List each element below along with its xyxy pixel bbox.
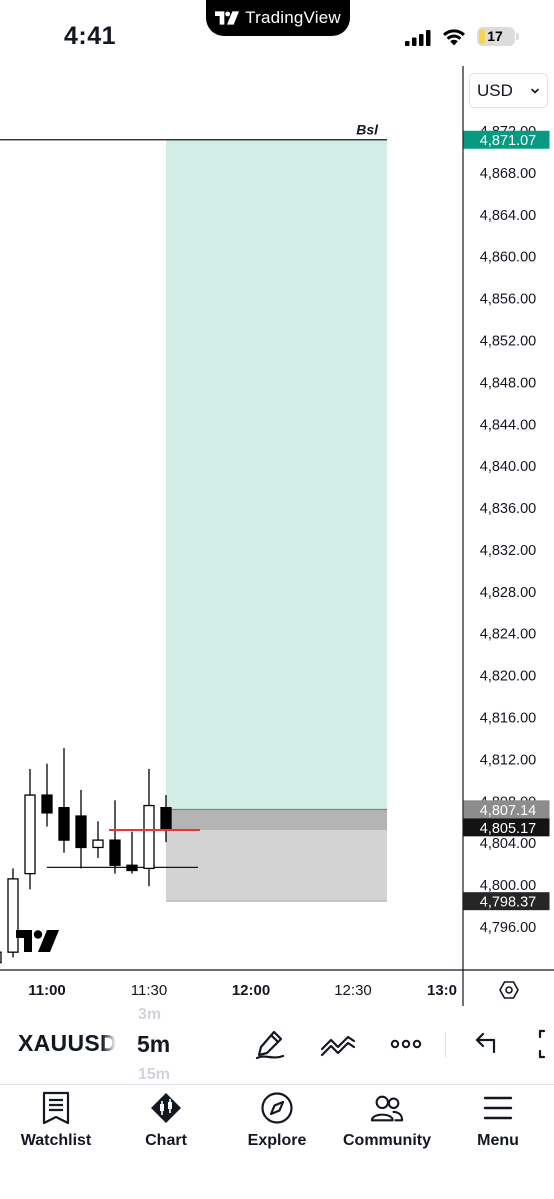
pen-icon	[255, 1030, 285, 1060]
y-tick-label: 4,840.00	[480, 459, 536, 475]
wifi-icon	[443, 29, 465, 46]
timeframe-option-next[interactable]: 15m	[138, 1066, 170, 1084]
timeframe-button[interactable]: 5m	[137, 1031, 170, 1058]
app-name: TradingView	[245, 8, 341, 27]
y-tick-label: 4,828.00	[480, 585, 536, 601]
x-tick-label: 11:00	[28, 982, 66, 999]
candle-body[interactable]	[109, 839, 121, 866]
x-tick-label: 12:00	[232, 982, 270, 999]
toolbar-divider	[445, 1032, 446, 1058]
battery-tip	[516, 33, 519, 40]
x-tick-label: 11:30	[131, 982, 167, 999]
compass-icon	[261, 1092, 293, 1124]
more-horizontal-icon	[390, 1039, 422, 1049]
position-target-zone[interactable]	[166, 139, 387, 810]
bottom-navigation: Watchlist Chart Explore Community Menu	[0, 1084, 554, 1199]
undo-icon	[475, 1032, 496, 1054]
nav-item-community[interactable]: Community	[336, 1085, 438, 1165]
chart-settings-icon[interactable]	[499, 981, 519, 999]
nav-item-watchlist[interactable]: Watchlist	[14, 1085, 98, 1165]
candle-body[interactable]	[92, 839, 104, 849]
hexagon-shape	[499, 981, 519, 999]
candle-body[interactable]	[160, 806, 172, 830]
chevron-down-icon	[531, 88, 539, 94]
y-tick-label: 4,852.00	[480, 333, 536, 349]
nav-label-explore: Explore	[247, 1132, 307, 1149]
candle-body[interactable]	[75, 815, 87, 849]
community-icon	[370, 1095, 404, 1122]
cellular-signal-icon	[405, 30, 431, 46]
fullscreen-icon	[538, 1029, 546, 1059]
timeframe-option-prev[interactable]: 3m	[138, 1006, 161, 1024]
y-tick-label: 4,824.00	[480, 627, 536, 643]
tradingview-logo-icon	[215, 11, 240, 25]
battery-level: 17	[487, 28, 503, 44]
candle-body[interactable]	[126, 864, 138, 872]
currency-label: USD	[477, 80, 513, 100]
y-tick-label: 4,856.00	[480, 292, 536, 308]
candle-body[interactable]	[7, 878, 19, 953]
hexagon-center	[505, 986, 513, 994]
candle-body[interactable]	[143, 804, 155, 870]
status-time: 4:41	[64, 22, 117, 50]
y-tick-label: 4,796.00	[480, 920, 536, 936]
y-tick-label: 4,812.00	[480, 752, 536, 768]
y-tick-label: 4,800.00	[480, 878, 536, 894]
drawing-tool-button[interactable]	[252, 1026, 288, 1062]
symbol-button[interactable]: XAUUSD	[18, 1030, 116, 1062]
nav-item-explore[interactable]: Explore	[240, 1085, 314, 1165]
nav-item-chart[interactable]: Chart	[130, 1085, 202, 1165]
undo-button[interactable]	[467, 1026, 503, 1062]
price-badge-current: 4,805.17	[480, 821, 536, 837]
more-options-button[interactable]	[388, 1026, 424, 1062]
candle-body[interactable]	[58, 806, 70, 841]
y-tick-label: 4,816.00	[480, 711, 536, 727]
nav-item-menu[interactable]: Menu	[468, 1085, 528, 1165]
watchlist-icon	[42, 1091, 70, 1125]
nav-label-chart: Chart	[145, 1132, 187, 1149]
tradingview-watermark-icon	[16, 930, 59, 952]
nav-label-community: Community	[343, 1132, 431, 1149]
watermark-part	[33, 930, 43, 939]
candle-body[interactable]	[41, 794, 53, 814]
y-tick-label: 4,820.00	[480, 669, 536, 685]
y-tick-label: 4,832.00	[480, 543, 536, 559]
indicators-button[interactable]	[320, 1026, 356, 1062]
chart-icon	[151, 1093, 181, 1123]
fullscreen-button[interactable]	[530, 1026, 554, 1062]
price-chart[interactable]: Bsl4,872.004,868.004,864.004,860.004,856…	[0, 66, 554, 1006]
y-tick-label: 4,844.00	[480, 417, 536, 433]
horizontal-line-label: Bsl	[356, 122, 379, 138]
candle-body[interactable]	[0, 951, 2, 964]
battery-icon: 17	[477, 27, 515, 46]
x-tick-label: 13:0	[427, 982, 457, 999]
candle-body[interactable]	[24, 794, 36, 875]
chart-area[interactable]: Bsl4,872.004,868.004,864.004,860.004,856…	[0, 66, 554, 1006]
y-tick-label: 4,864.00	[480, 208, 536, 224]
y-tick-label: 4,804.00	[480, 836, 536, 852]
x-tick-label: 12:30	[334, 982, 372, 999]
y-tick-label: 4,868.00	[480, 166, 536, 182]
y-tick-label: 4,848.00	[480, 375, 536, 391]
price-badge-entry: 4,807.14	[480, 803, 536, 819]
menu-icon	[483, 1096, 513, 1120]
position-entry-band[interactable]	[166, 809, 387, 830]
nav-label-menu: Menu	[477, 1132, 519, 1149]
price-badge-target: 4,871.07	[480, 133, 536, 149]
y-tick-label: 4,860.00	[480, 250, 536, 266]
price-badge-stop: 4,798.37	[480, 895, 536, 911]
currency-select[interactable]: USD	[469, 73, 548, 108]
chart-toolbar: XAUUSD 3m 5m 15m	[0, 1006, 554, 1084]
status-bar: 4:41 TradingView 17	[0, 0, 554, 66]
indicators-icon	[320, 1035, 356, 1057]
app-indicator-pill[interactable]: TradingView	[206, 0, 350, 36]
nav-label-watchlist: Watchlist	[20, 1132, 92, 1149]
y-tick-label: 4,836.00	[480, 501, 536, 517]
